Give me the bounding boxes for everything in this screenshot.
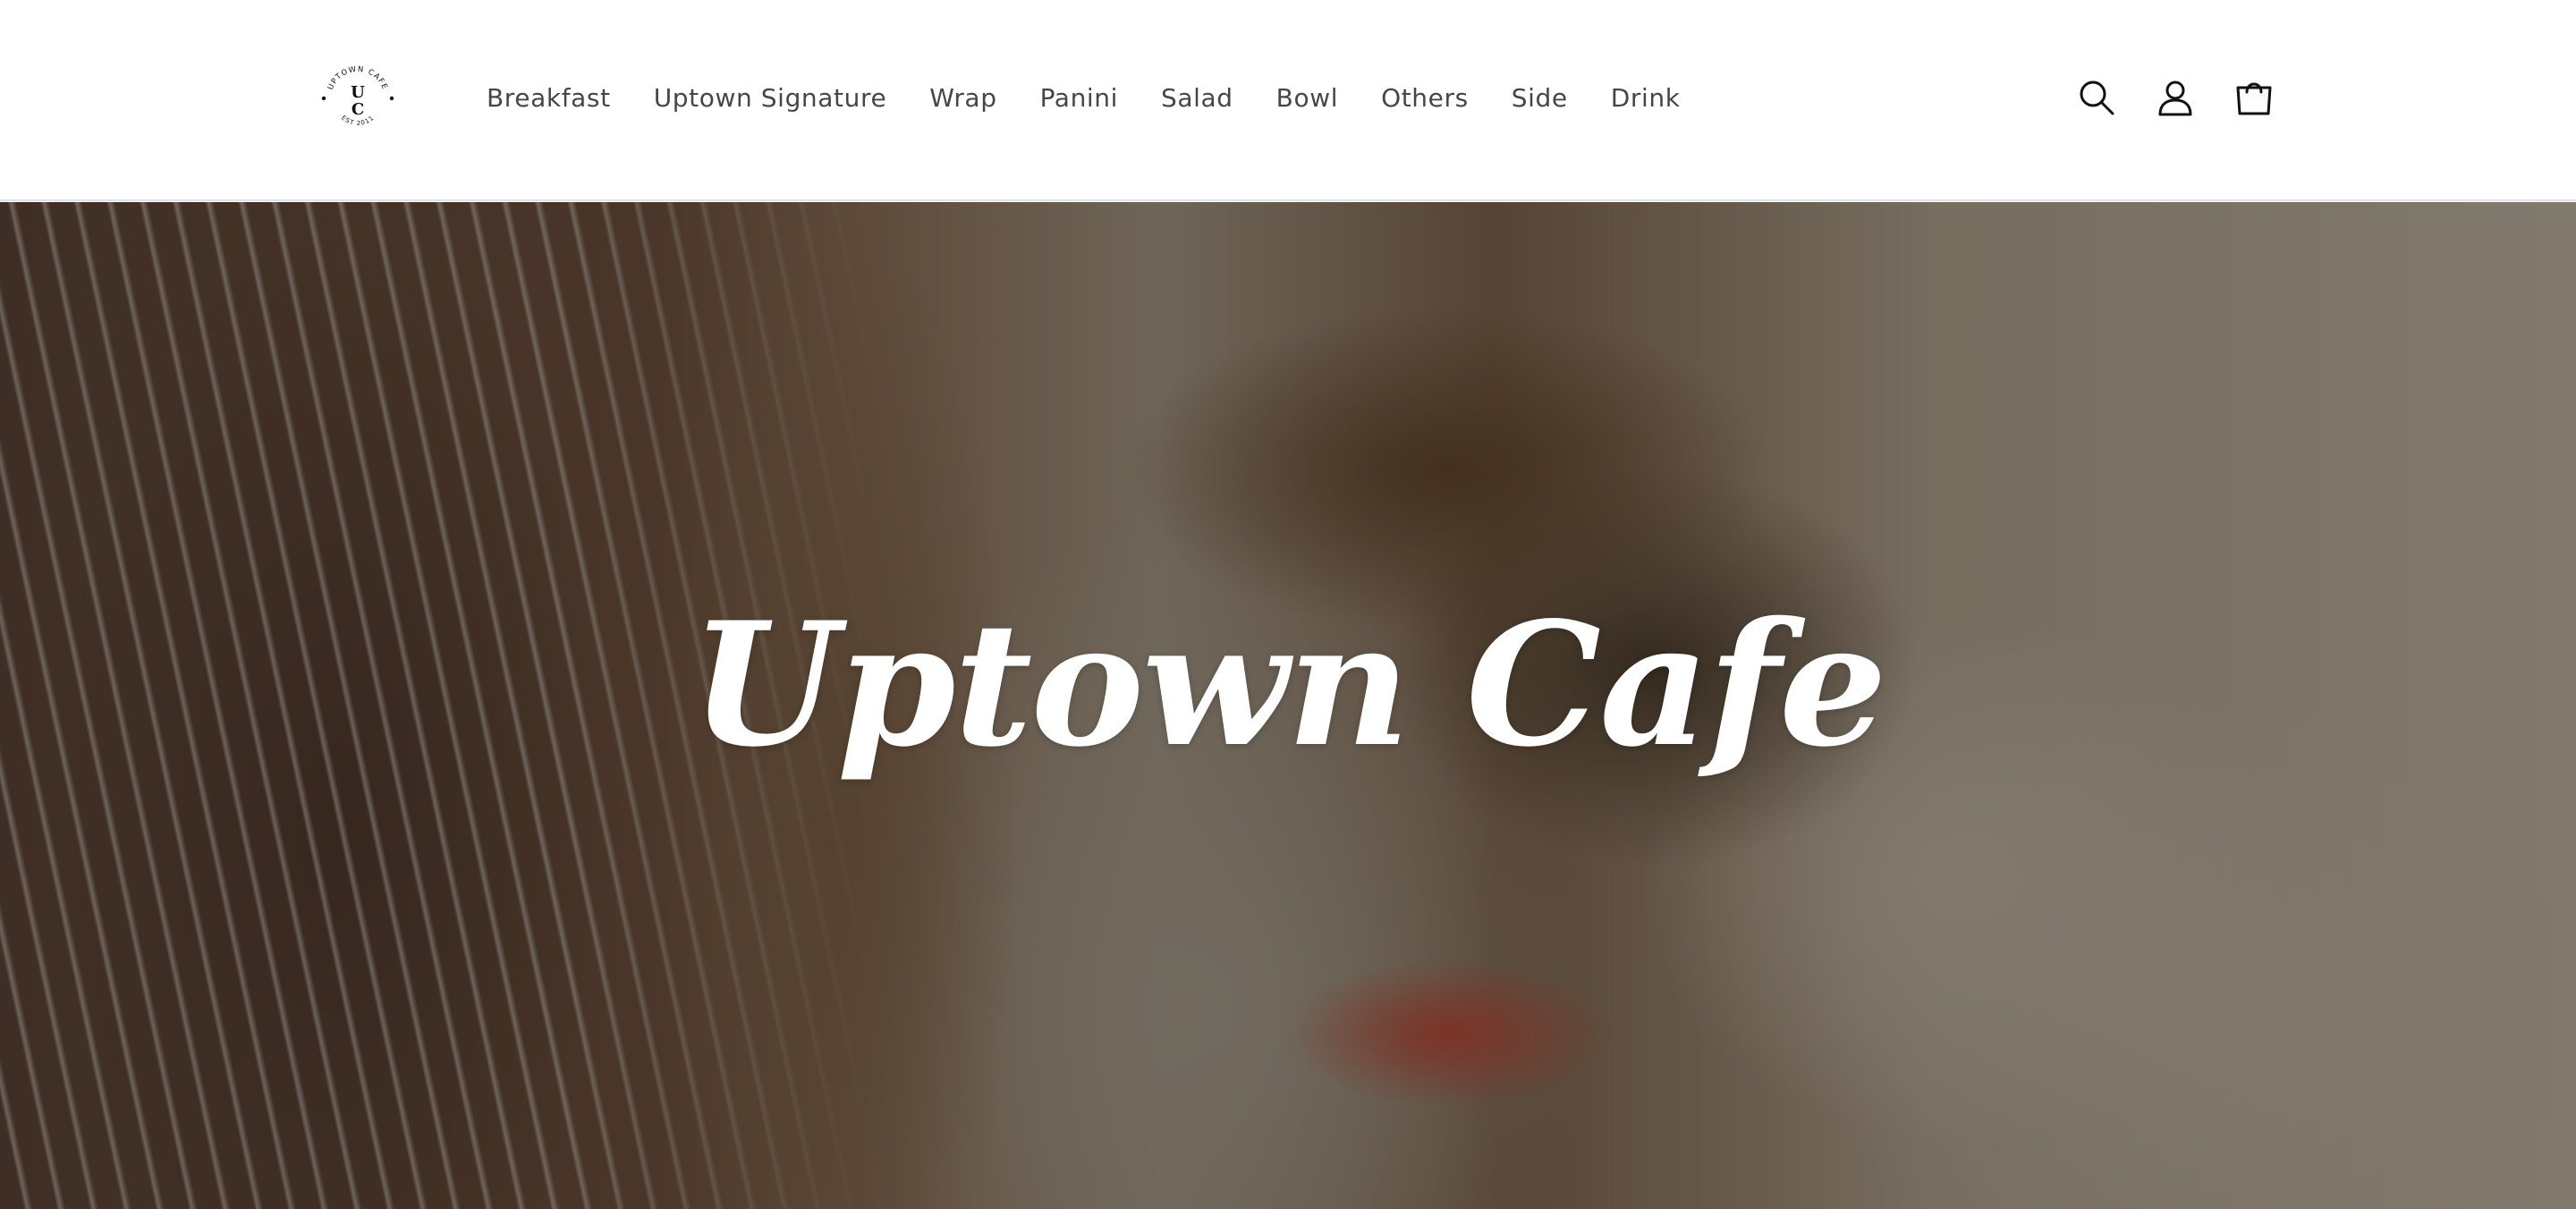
cart-button[interactable]: [2218, 62, 2290, 133]
search-button[interactable]: [2061, 62, 2132, 133]
nav-item-bowl[interactable]: Bowl: [1255, 76, 1360, 120]
nav-item-uptown-signature[interactable]: Uptown Signature: [632, 76, 909, 120]
search-icon: [2080, 80, 2114, 115]
site-header: UPTOWN CAFE EST 2011 U C Breakfast Uptow…: [0, 0, 2576, 201]
logo-badge-icon: UPTOWN CAFE EST 2011 U C: [321, 65, 394, 127]
account-icon: [2158, 80, 2192, 116]
main-nav: Breakfast Uptown Signature Wrap Panini S…: [465, 0, 1702, 195]
nav-item-others[interactable]: Others: [1360, 76, 1490, 120]
nav-item-drink[interactable]: Drink: [1589, 76, 1702, 120]
cart-icon: [2236, 82, 2272, 115]
logo-monogram-bottom: C: [352, 100, 364, 119]
nav-item-breakfast[interactable]: Breakfast: [465, 76, 632, 120]
logo-monogram-top: U: [351, 83, 365, 102]
hero-banner: Uptown Cafe: [0, 202, 2576, 1209]
logo-dot-right: [389, 96, 394, 101]
logo-dot-left: [321, 96, 326, 101]
nav-item-side[interactable]: Side: [1490, 76, 1589, 120]
account-button[interactable]: [2140, 62, 2211, 133]
hero-title: Uptown Cafe: [691, 585, 1887, 784]
nav-item-panini[interactable]: Panini: [1019, 76, 1140, 120]
nav-item-salad[interactable]: Salad: [1140, 76, 1255, 120]
nav-item-wrap[interactable]: Wrap: [908, 76, 1018, 120]
site-logo[interactable]: UPTOWN CAFE EST 2011 U C: [317, 57, 399, 140]
